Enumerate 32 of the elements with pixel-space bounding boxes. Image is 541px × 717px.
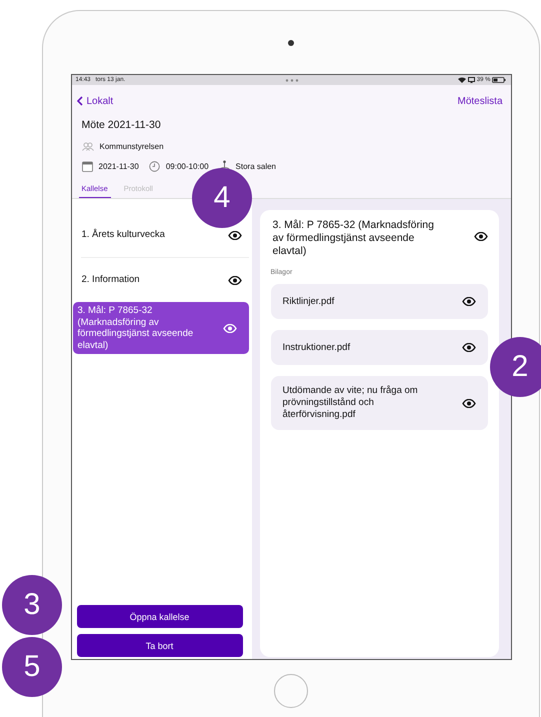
calendar-icon	[82, 160, 92, 172]
back-chevron-icon[interactable]	[76, 96, 82, 106]
camera-icon	[288, 40, 294, 46]
step-badge: 5	[2, 637, 62, 697]
eye-icon[interactable]	[462, 343, 476, 352]
meeting-date: 2021-11-30	[98, 162, 139, 170]
clock-icon	[148, 160, 160, 172]
group-icon	[82, 142, 94, 150]
eye-icon[interactable]	[462, 297, 476, 306]
eye-icon[interactable]	[474, 232, 488, 241]
action-button[interactable]: Ta bort	[76, 634, 242, 657]
back-link[interactable]: Lokalt	[76, 96, 114, 106]
screen-mirror-icon	[468, 77, 475, 83]
meeting-title: Möte 2021-11-30	[82, 119, 162, 133]
attachment-row[interactable]: Instruktioner.pdf	[270, 330, 488, 365]
step-badge: 3	[2, 575, 62, 635]
committee-name: Kommunstyrelsen	[100, 142, 164, 150]
meeting-list-link[interactable]: Möteslista	[457, 96, 502, 106]
wifi-icon	[458, 77, 466, 83]
action-button[interactable]: Öppna kallelse	[76, 605, 242, 628]
multitask-dots-icon[interactable]	[284, 78, 298, 82]
eye-icon[interactable]	[228, 276, 242, 284]
attachment-row[interactable]: Riktlinjer.pdf	[270, 284, 488, 319]
agenda-detail-title: 3. Mål: P 7865-32 (Marknadsföring av förmedlingstjänst avseende elavtal)	[272, 219, 435, 258]
attachment-row[interactable]: Utdömande av vite; nu fråga om prövningstillstånd och återförvisning.pdf	[270, 376, 488, 430]
meeting-location: Stora salen	[236, 162, 276, 170]
agenda-item[interactable]: 2. Information	[72, 258, 252, 302]
battery-icon	[492, 77, 506, 83]
agenda-item[interactable]: 3. Mål: P 7865-32 (Marknadsföring av förmedlingstjänst avseende elavtal)	[72, 302, 248, 354]
meeting-time: 09:00-10:00	[166, 162, 209, 170]
eye-icon[interactable]	[228, 230, 242, 240]
eye-icon[interactable]	[462, 398, 476, 408]
